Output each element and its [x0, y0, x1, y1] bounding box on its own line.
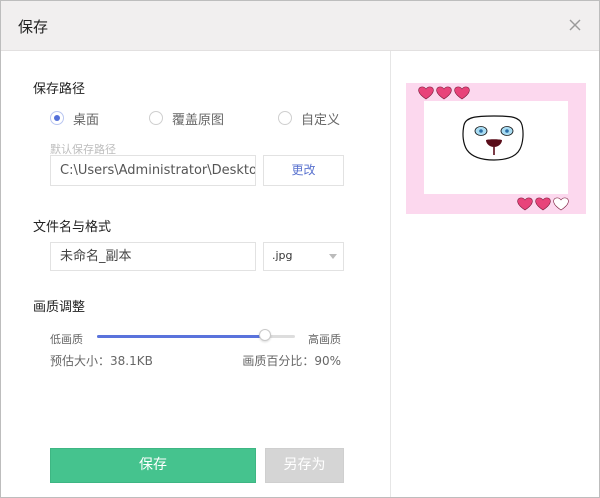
radio-overwrite[interactable]: 覆盖原图 [149, 108, 224, 128]
format-select[interactable]: .jpg [263, 242, 344, 271]
high-quality-label: 高画质 [308, 333, 341, 346]
filename-input[interactable]: 未命名_副本 [50, 242, 256, 271]
radio-overwrite-label: 覆盖原图 [172, 112, 225, 128]
low-quality-label: 低画质 [50, 333, 83, 346]
save-path-options: 桌面 覆盖原图 自定义 [50, 108, 350, 128]
format-select-value: .jpg [272, 249, 293, 262]
heart-icon [418, 86, 470, 100]
quality-percent-text: 画质百分比：90% [242, 354, 341, 368]
radio-unchecked-icon [149, 111, 163, 125]
save-dialog: 保存 保存路径 桌面 覆盖原图 自定义 默认保存路径 C:\Users\Admi… [0, 0, 600, 498]
radio-desktop-label: 桌面 [73, 112, 100, 128]
close-icon[interactable] [565, 15, 585, 35]
save-as-button: 另存为 [265, 448, 344, 483]
radio-desktop[interactable]: 桌面 [50, 108, 99, 128]
estimated-size-text: 预估大小：38.1KB [50, 354, 153, 368]
cartoon-face-icon [462, 115, 524, 161]
image-preview [406, 83, 586, 214]
save-path-title: 保存路径 [33, 82, 86, 97]
save-path-field[interactable]: C:\Users\Administrator\Desktop [50, 155, 256, 186]
panel-divider [390, 51, 391, 497]
radio-custom-label: 自定义 [301, 112, 341, 128]
chevron-down-icon [329, 254, 337, 259]
heart-icon [517, 197, 569, 211]
save-button[interactable]: 保存 [50, 448, 256, 483]
quality-slider[interactable] [97, 329, 295, 341]
radio-unchecked-icon [278, 111, 292, 125]
quality-slider-thumb[interactable] [259, 329, 271, 341]
title-bar: 保存 [1, 1, 599, 51]
quality-title: 画质调整 [33, 300, 86, 315]
quality-slider-fill [97, 335, 265, 338]
change-path-button[interactable]: 更改 [263, 155, 344, 186]
filename-format-title: 文件名与格式 [33, 220, 112, 235]
radio-custom[interactable]: 自定义 [278, 108, 340, 128]
preview-artwork [418, 86, 569, 211]
dialog-title: 保存 [18, 18, 49, 36]
radio-checked-icon [50, 111, 64, 125]
